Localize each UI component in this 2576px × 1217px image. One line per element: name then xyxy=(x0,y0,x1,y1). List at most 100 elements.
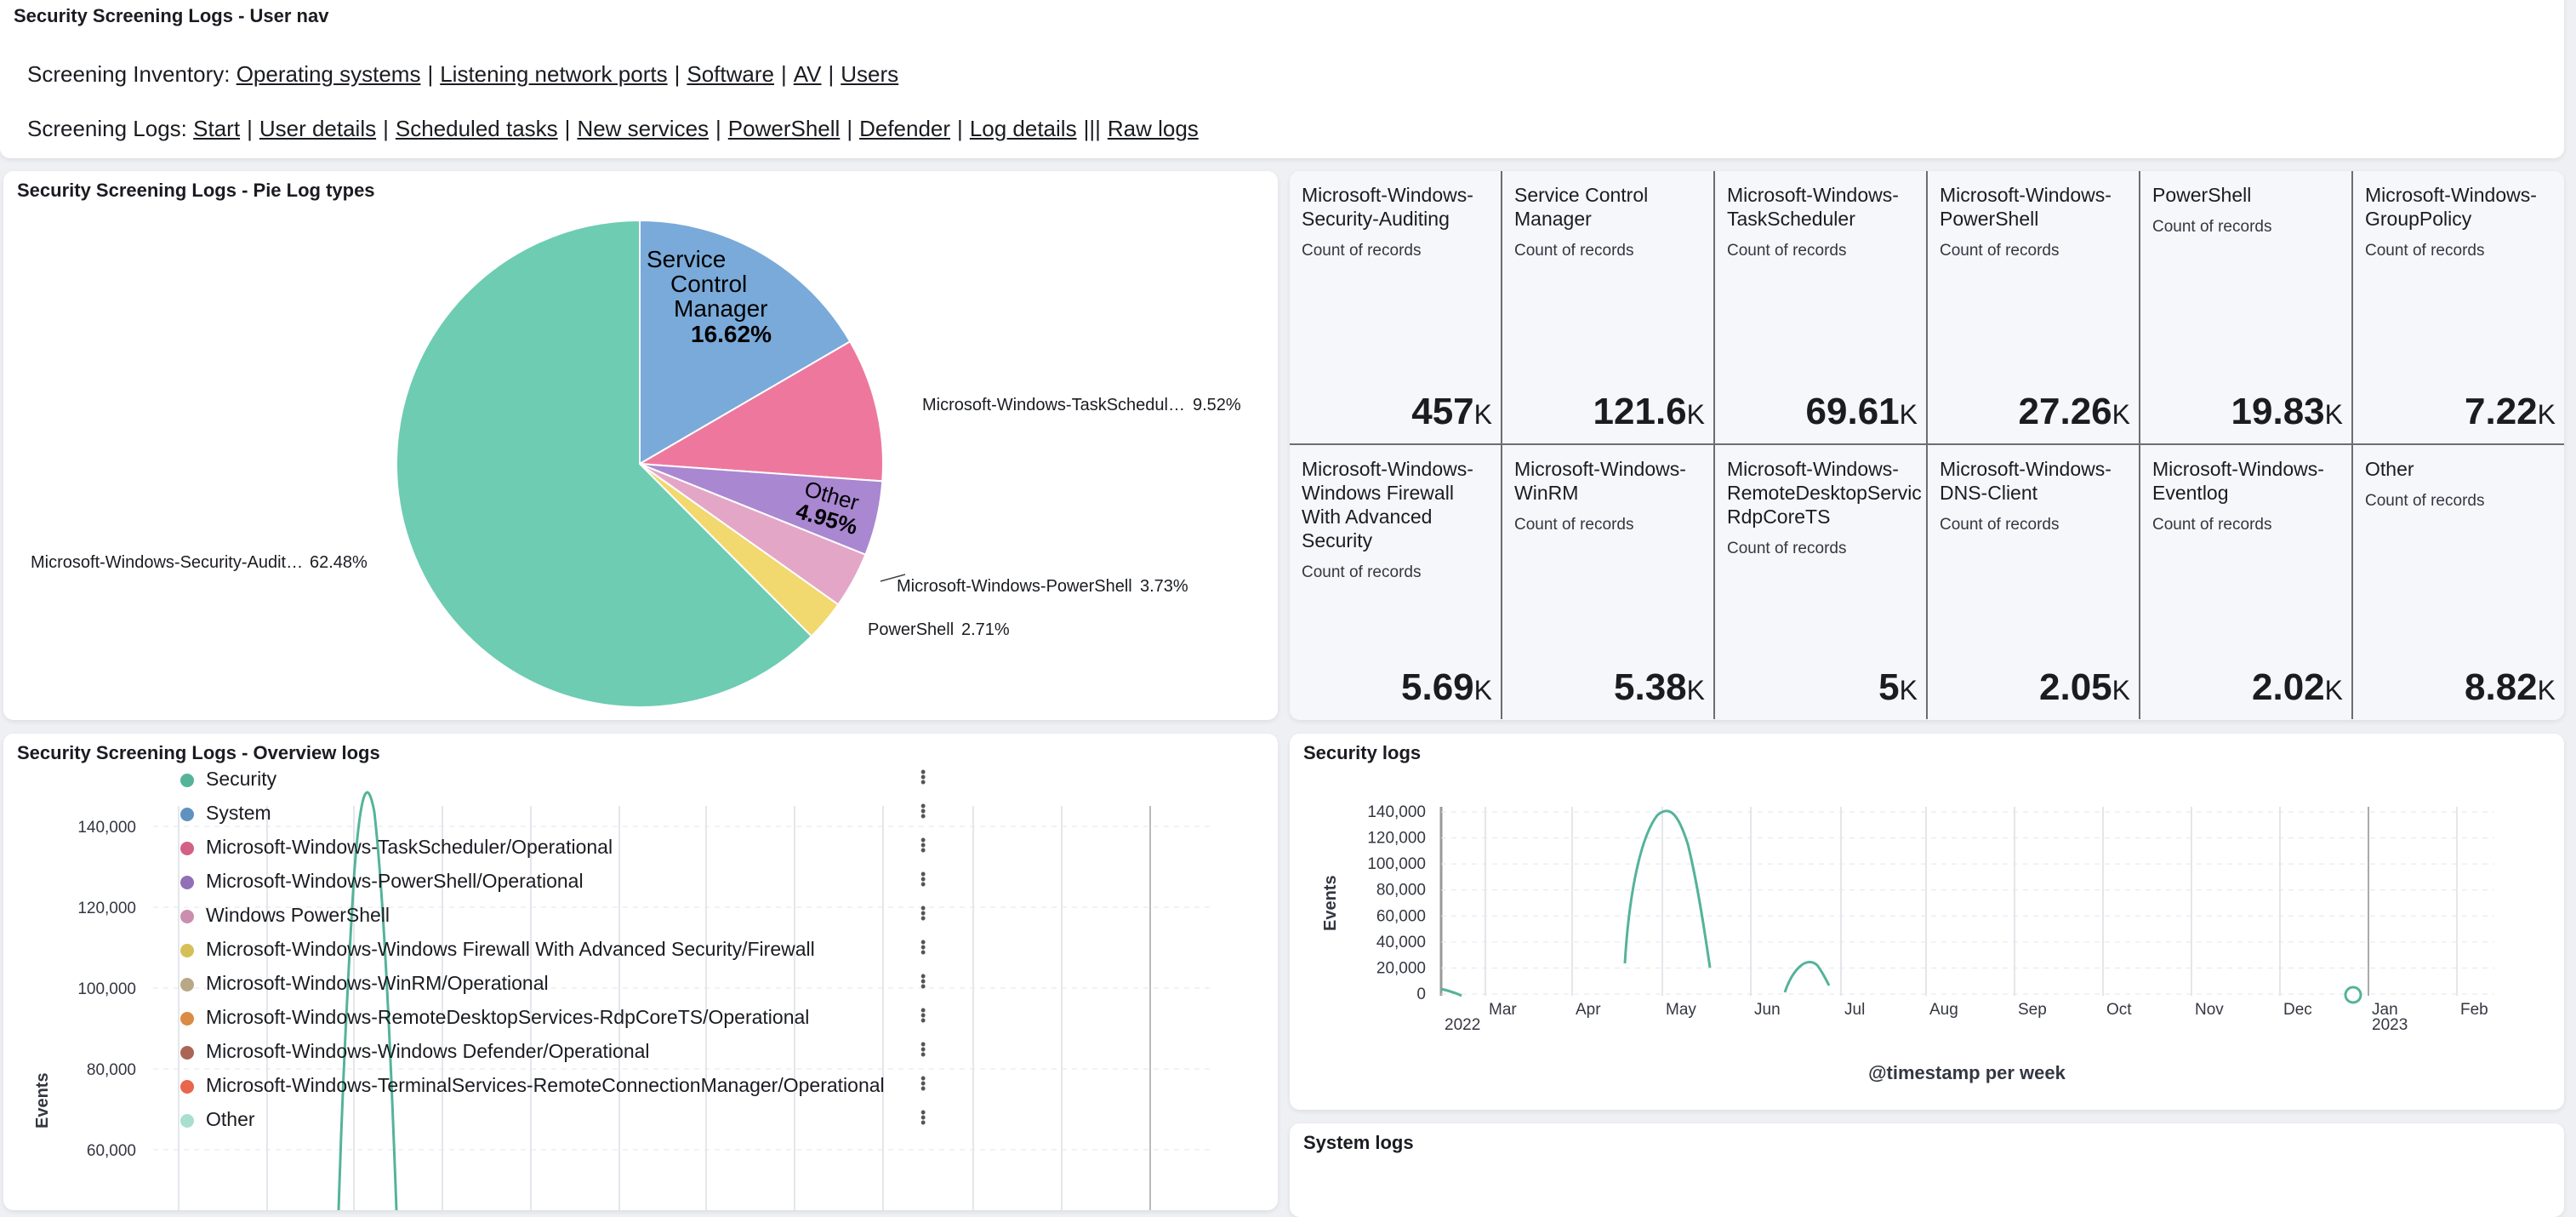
y-tick-label: 0 xyxy=(1416,986,1426,1003)
legend-item-menu-icon[interactable]: • • • xyxy=(920,1071,926,1096)
metric-title-text: Microsoft-Windows- Windows Firewall With… xyxy=(1302,458,1473,551)
metric-tile[interactable]: Microsoft-Windows- GroupPolicy Count of r… xyxy=(2353,171,2564,445)
metric-title: Other Count of records xyxy=(2365,457,2559,513)
metric-subtitle: Count of records xyxy=(1514,242,1634,260)
legend-label: Microsoft-Windows-PowerShell/Operational xyxy=(206,870,584,892)
metric-title-text: Service Control Manager xyxy=(1514,184,1649,230)
nav-link-users[interactable]: Users xyxy=(841,61,898,87)
legend-dot-icon xyxy=(180,977,194,991)
nav-link-software[interactable]: Software xyxy=(687,61,774,87)
legend-label: Windows PowerShell xyxy=(206,904,390,926)
legend-item-menu-icon[interactable]: • • • xyxy=(920,1105,926,1130)
nav-link-powershell[interactable]: PowerShell xyxy=(728,116,841,141)
legend-item-menu-icon[interactable]: • • • xyxy=(920,1003,926,1028)
nav-link-defender[interactable]: Defender xyxy=(859,116,950,141)
pie-outer-label-security-auditing: Microsoft-Windows-Security-Audit… xyxy=(31,553,303,572)
metrics-panel: Microsoft-Windows- Security-Auditing Coun… xyxy=(1290,171,2564,720)
metric-tile[interactable]: Microsoft-Windows- Windows Firewall With… xyxy=(1290,445,1502,719)
metric-subtitle: Count of records xyxy=(1940,242,2060,260)
metric-title: Microsoft-Windows- TaskScheduler Count of… xyxy=(1727,183,1921,263)
legend-label: Microsoft-Windows-TaskScheduler/Operatio… xyxy=(206,836,613,858)
x-tick-label: Jul xyxy=(1844,1001,1865,1019)
legend-dot-icon xyxy=(180,841,194,855)
metric-title: Microsoft-Windows- DNS-Client Count of re… xyxy=(1940,457,2134,537)
series-line-security xyxy=(1440,987,1462,997)
metric-title-text: Microsoft-Windows- Security-Auditing xyxy=(1302,184,1473,230)
pie-label-scm-line1: Service xyxy=(647,246,726,272)
legend-item-menu-icon[interactable]: • • • xyxy=(920,866,926,892)
metric-subtitle: Count of records xyxy=(1727,242,1847,260)
legend-item-menu-icon[interactable]: • • • xyxy=(920,900,926,926)
legend-item[interactable]: Microsoft-Windows-TerminalServices-Remot… xyxy=(180,1074,885,1097)
metric-value-unit: K xyxy=(1473,399,1492,430)
legend-item[interactable]: System xyxy=(180,802,271,825)
metric-value-unit: K xyxy=(2324,675,2343,706)
legend-item-menu-icon[interactable]: • • • xyxy=(920,934,926,960)
legend-label: Microsoft-Windows-WinRM/Operational xyxy=(206,972,549,994)
nav-link-log-details[interactable]: Log details xyxy=(970,116,1077,141)
legend-item-menu-icon[interactable]: • • • xyxy=(920,832,926,858)
security-x-axis-label: @timestamp per week xyxy=(1868,1062,2066,1083)
metric-tile[interactable]: Microsoft-Windows- DNS-Client Count of re… xyxy=(1928,445,2140,719)
nav-link-scheduled-tasks[interactable]: Scheduled tasks xyxy=(396,116,558,141)
metric-title: Microsoft-Windows- PowerShell Count of re… xyxy=(1940,183,2134,263)
nav-separator: ||| xyxy=(1083,116,1101,141)
metric-value-unit: K xyxy=(1686,399,1705,430)
metric-title-text: Microsoft-Windows- WinRM xyxy=(1514,458,1686,504)
metric-title-text: Microsoft-Windows- RemoteDesktopServic R… xyxy=(1727,458,1921,528)
nav-link-listening-ports[interactable]: Listening network ports xyxy=(440,61,667,87)
metric-value-unit: K xyxy=(2324,399,2343,430)
metric-title-text: Other xyxy=(2365,458,2414,480)
metric-title-text: Microsoft-Windows- DNS-Client xyxy=(1940,458,2112,504)
metric-value-number: 2.05 xyxy=(2039,666,2112,708)
legend-item-menu-icon[interactable]: • • • xyxy=(920,764,926,790)
legend-dot-icon xyxy=(180,1045,194,1060)
nav-link-av[interactable]: AV xyxy=(794,61,822,87)
metric-value-unit: K xyxy=(1899,399,1918,430)
metric-tile[interactable]: Microsoft-Windows- PowerShell Count of re… xyxy=(1928,171,2140,445)
overview-logs-panel: Security Screening Logs - Overview logs … xyxy=(3,734,1278,1210)
legend-item[interactable]: Microsoft-Windows-PowerShell/Operational xyxy=(180,870,584,893)
nav-link-raw-logs[interactable]: Raw logs xyxy=(1108,116,1199,141)
metric-subtitle: Count of records xyxy=(1727,540,1847,557)
metric-tile[interactable]: PowerShell Count of records 19.83K xyxy=(2140,171,2353,445)
nav-link-operating-systems[interactable]: Operating systems xyxy=(237,61,421,87)
x-tick-label: Sep xyxy=(2018,1001,2047,1019)
metric-subtitle: Count of records xyxy=(2365,242,2485,260)
legend-item[interactable]: Microsoft-Windows-Windows Defender/Opera… xyxy=(180,1040,650,1063)
metric-value-unit: K xyxy=(2537,675,2556,706)
metric-value-number: 69.61 xyxy=(1805,391,1900,432)
legend-item[interactable]: Microsoft-Windows-TaskScheduler/Operatio… xyxy=(180,836,613,859)
nav-link-user-details[interactable]: User details xyxy=(259,116,376,141)
legend-item[interactable]: Microsoft-Windows-RemoteDesktopServices-… xyxy=(180,1006,809,1029)
metric-value-number: 5 xyxy=(1878,666,1900,708)
legend-item[interactable]: Other xyxy=(180,1108,255,1131)
metric-value: 5.69K xyxy=(1401,666,1492,709)
legend-dot-icon xyxy=(180,909,194,923)
metric-tile[interactable]: Microsoft-Windows- Security-Auditing Coun… xyxy=(1290,171,1502,445)
legend-item-menu-icon[interactable]: • • • xyxy=(920,1037,926,1062)
metric-tile[interactable]: Microsoft-Windows- RemoteDesktopServic R… xyxy=(1715,445,1928,719)
legend-item[interactable]: Microsoft-Windows-WinRM/Operational xyxy=(180,972,549,995)
legend-item-menu-icon[interactable]: • • • xyxy=(920,798,926,824)
logs-label: Screening Logs: xyxy=(27,116,187,141)
x-tick-label: Mar xyxy=(1489,1001,1517,1019)
metric-tile[interactable]: Other Count of records 8.82K xyxy=(2353,445,2564,719)
panel-title: Security Screening Logs - User nav xyxy=(14,5,329,26)
metric-value-unit: K xyxy=(1686,675,1705,706)
metric-tile[interactable]: Microsoft-Windows- TaskScheduler Count of… xyxy=(1715,171,1928,445)
legend-item[interactable]: Microsoft-Windows-Windows Firewall With … xyxy=(180,938,815,961)
legend-item[interactable]: Security xyxy=(180,768,276,791)
legend-item[interactable]: Windows PowerShell xyxy=(180,904,390,927)
y-tick-label: 140,000 xyxy=(77,819,136,837)
nav-link-start[interactable]: Start xyxy=(193,116,240,141)
metric-tile[interactable]: Microsoft-Windows- WinRM Count of records… xyxy=(1502,445,1715,719)
x-tick-label: Apr xyxy=(1576,1001,1601,1019)
legend-dot-icon xyxy=(180,1011,194,1026)
legend-item-menu-icon[interactable]: • • • xyxy=(920,968,926,994)
metric-tile[interactable]: Microsoft-Windows- Eventlog Count of reco… xyxy=(2140,445,2353,719)
metric-title: Microsoft-Windows- GroupPolicy Count of r… xyxy=(2365,183,2559,263)
metric-value: 121.6K xyxy=(1593,391,1705,433)
metric-tile[interactable]: Service Control Manager Count of records 1… xyxy=(1502,171,1715,445)
nav-link-new-services[interactable]: New services xyxy=(577,116,709,141)
